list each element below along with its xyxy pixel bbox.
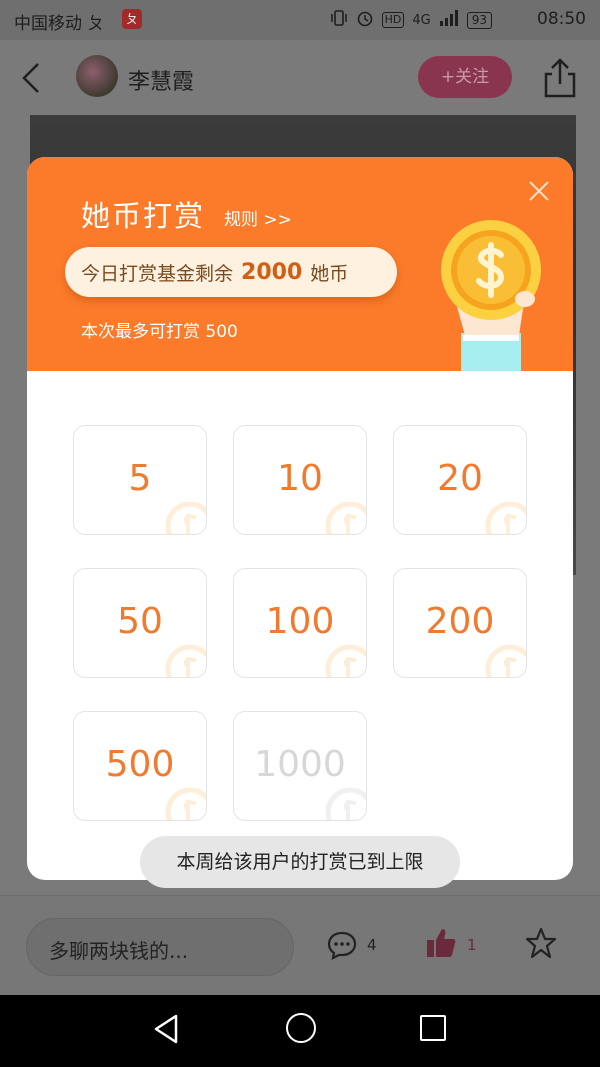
- signal-icon: [439, 10, 459, 30]
- hd-icon: HD: [381, 12, 405, 28]
- coin-watermark-icon: [165, 501, 206, 534]
- thumbs-up-icon[interactable]: [424, 926, 458, 960]
- vibrate-icon: [330, 9, 348, 31]
- fund-amount: 2000: [241, 259, 303, 285]
- reward-modal: 她币打赏 规则 >> 今日打赏基金剩余 2000 她币 本次最多可打赏 500: [27, 157, 573, 880]
- coin-watermark-icon: [325, 501, 366, 534]
- battery-icon: 93: [466, 11, 492, 29]
- max-reward-note: 本次最多可打赏 500: [81, 322, 238, 342]
- coin-watermark-icon: [325, 644, 366, 677]
- share-icon[interactable]: [540, 56, 580, 100]
- coin-hand-icon: [439, 215, 549, 371]
- amount-option-500[interactable]: 500: [73, 711, 207, 821]
- comment-input[interactable]: 多聊两块钱的...: [26, 918, 294, 976]
- amount-option-200[interactable]: 200: [393, 568, 527, 678]
- amount-value: 50: [117, 601, 163, 642]
- coin-watermark-icon: [165, 787, 206, 820]
- nav-home-icon[interactable]: [286, 1013, 316, 1043]
- coin-watermark-icon: [165, 644, 206, 677]
- amount-option-100[interactable]: 100: [233, 568, 367, 678]
- network-type-label: 4G: [412, 12, 431, 28]
- status-bar: 中国移动 ㄆ ㄆ HD 4G 93 08:50: [0, 0, 600, 40]
- nav-recents-icon[interactable]: [420, 1015, 446, 1041]
- amount-value: 200: [425, 601, 495, 642]
- coin-watermark-icon: [485, 644, 526, 677]
- amount-option-5[interactable]: 5: [73, 425, 207, 535]
- amount-value: 5: [128, 458, 152, 499]
- author-name[interactable]: 李慧霞: [128, 64, 194, 96]
- like-count: 1: [467, 936, 477, 954]
- amount-value: 500: [105, 744, 175, 785]
- nav-back-icon[interactable]: [152, 1013, 182, 1045]
- amount-option-20[interactable]: 20: [393, 425, 527, 535]
- limit-toast: 本周给该用户的打赏已到上限: [140, 836, 460, 888]
- star-icon[interactable]: [524, 926, 558, 960]
- carrier-label: 中国移动 ㄆ: [14, 14, 105, 34]
- clock: 08:50: [537, 9, 586, 29]
- fund-label: 今日打赏基金剩余: [81, 262, 234, 285]
- comment-count: 4: [367, 936, 377, 954]
- amount-value: 20: [437, 458, 483, 499]
- close-icon[interactable]: [527, 179, 551, 203]
- author-avatar[interactable]: [76, 55, 118, 97]
- comment-bar: 多聊两块钱的... 4 1: [0, 895, 600, 995]
- back-arrow-icon[interactable]: [16, 58, 46, 98]
- coin-watermark-icon: [485, 501, 526, 534]
- system-nav-bar: [0, 995, 600, 1067]
- amount-option-1000: 1000: [233, 711, 367, 821]
- amount-value: 1000: [254, 744, 346, 785]
- fund-unit: 她币: [310, 262, 349, 285]
- comment-placeholder: 多聊两块钱的...: [49, 939, 189, 963]
- amount-value: 10: [277, 458, 323, 499]
- amount-option-50[interactable]: 50: [73, 568, 207, 678]
- modal-title: 她币打赏: [81, 199, 206, 233]
- amount-option-10[interactable]: 10: [233, 425, 367, 535]
- amount-value: 100: [265, 601, 335, 642]
- fund-remaining-pill: 今日打赏基金剩余 2000 她币: [65, 247, 397, 297]
- alarm-icon: [356, 9, 374, 31]
- rules-link[interactable]: 规则 >>: [224, 205, 292, 230]
- app-notification-icon: ㄆ: [122, 9, 142, 29]
- follow-button[interactable]: +关注: [418, 56, 512, 98]
- comment-icon[interactable]: [326, 930, 358, 960]
- reward-modal-header: 她币打赏 规则 >> 今日打赏基金剩余 2000 她币 本次最多可打赏 500: [27, 157, 573, 371]
- coin-watermark-icon: [325, 787, 366, 820]
- post-header: 李慧霞 +关注: [0, 40, 600, 115]
